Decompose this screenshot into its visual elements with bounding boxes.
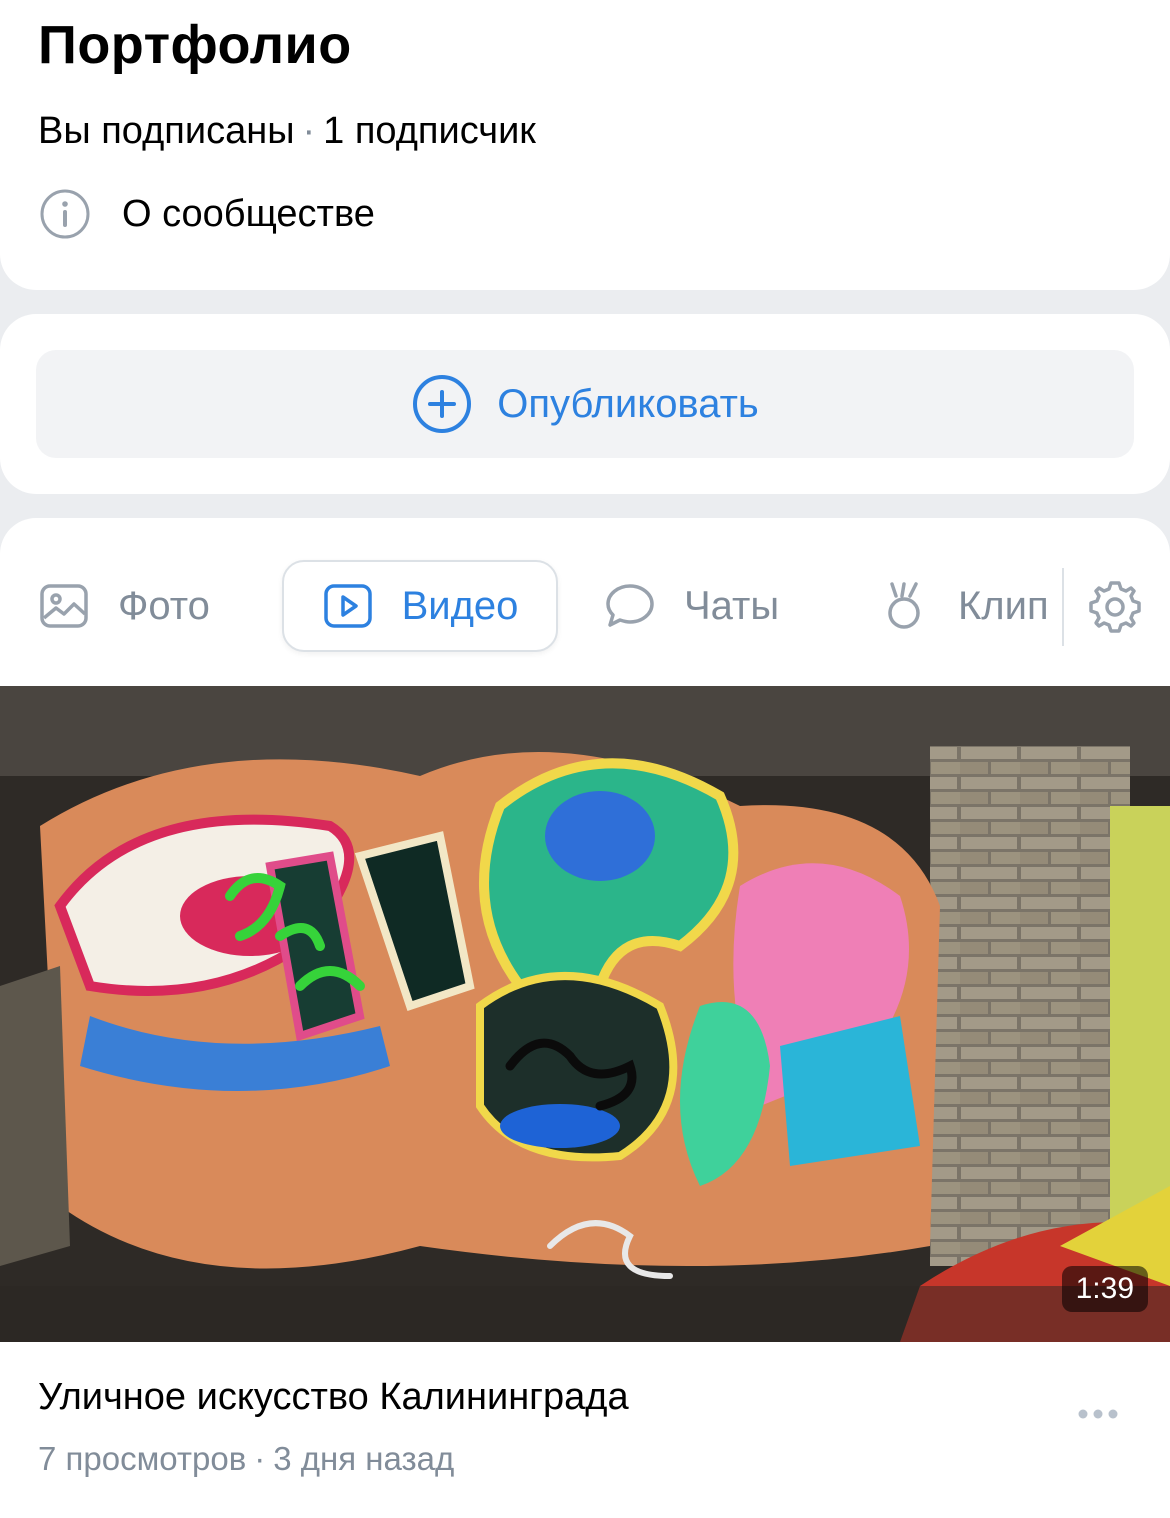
subscription-info: Вы подписаны · 1 подписчик — [38, 110, 536, 153]
video-title[interactable]: Уличное искусство Калининграда — [38, 1376, 629, 1419]
subscription-status[interactable]: Вы подписаны — [38, 110, 295, 152]
page-title: Портфолио — [38, 15, 352, 75]
plus-circle-icon — [413, 375, 472, 433]
subscribers-count[interactable]: 1 — [323, 110, 344, 152]
about-label: О сообществе — [122, 192, 375, 235]
about-community-link[interactable]: О сообществе — [38, 188, 375, 240]
tab-label: Видео — [401, 583, 519, 628]
clips-icon — [888, 582, 920, 629]
chat-bubble-icon — [606, 584, 654, 627]
publish-button[interactable]: Опубликовать — [36, 350, 1134, 458]
tab-label: Фото — [118, 583, 210, 628]
video-play-icon — [323, 584, 372, 628]
tab-clips[interactable]: Клип — [878, 560, 1062, 652]
subscribers-label[interactable]: подписчик — [355, 110, 536, 152]
graffiti-image — [0, 686, 1170, 1342]
video-posted: 3 дня назад — [273, 1440, 455, 1477]
tab-label: Клип — [958, 583, 1049, 628]
tab-label: Чаты — [684, 583, 780, 628]
tab-video[interactable]: Видео — [282, 560, 558, 652]
more-options-icon[interactable] — [1076, 1402, 1120, 1426]
publish-section: Опубликовать — [0, 314, 1170, 494]
tab-photo[interactable]: Фото — [38, 560, 210, 652]
video-views: 7 просмотров — [38, 1440, 247, 1477]
video-thumbnail[interactable]: 1:39 — [0, 686, 1170, 1342]
settings-gear-icon[interactable] — [1086, 578, 1144, 636]
separator: · — [302, 110, 316, 152]
content-tabs: Фото Видео Чаты Клип — [0, 560, 1170, 656]
content-section: Фото Видео Чаты Клип 1:39 Уличное искусс… — [0, 518, 1170, 1518]
tabs-divider — [1062, 568, 1064, 646]
publish-label: Опубликовать — [497, 381, 759, 426]
community-header: Портфолио Вы подписаны · 1 подписчик О соо… — [0, 0, 1170, 290]
separator: · — [254, 1440, 266, 1477]
image-icon — [40, 584, 88, 628]
video-meta: 7 просмотров · 3 дня назад — [38, 1440, 454, 1478]
tab-chats[interactable]: Чаты — [604, 560, 779, 652]
info-icon — [40, 189, 90, 239]
video-duration: 1:39 — [1061, 1266, 1148, 1312]
